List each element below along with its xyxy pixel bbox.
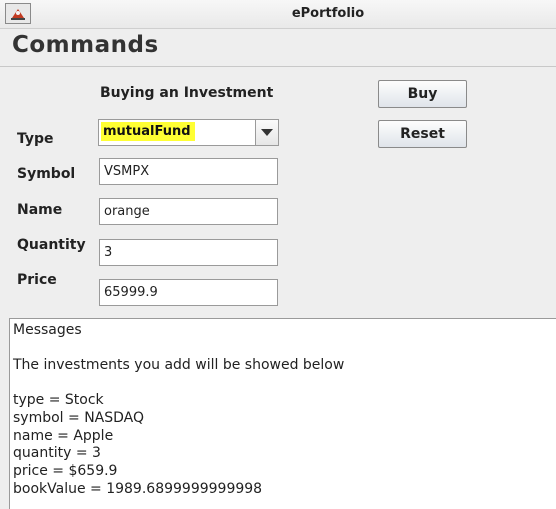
messages-area[interactable]: Messages The investments you add will be… <box>9 318 556 509</box>
name-label: Name <box>17 202 63 218</box>
symbol-label: Symbol <box>17 166 76 182</box>
quantity-label: Quantity <box>17 237 86 253</box>
type-label: Type <box>17 131 54 147</box>
price-input[interactable] <box>99 279 278 306</box>
chevron-down-icon <box>261 129 273 136</box>
message-line: type = Stock <box>13 392 104 408</box>
quantity-input[interactable] <box>99 239 278 266</box>
messages-intro: The investments you add will be showed b… <box>13 357 345 373</box>
type-select[interactable]: mutualFund <box>98 119 279 146</box>
type-dropdown-button[interactable] <box>255 120 278 145</box>
buy-button[interactable]: Buy <box>378 80 467 108</box>
name-input[interactable] <box>99 198 278 225</box>
message-line: quantity = 3 <box>13 445 101 461</box>
reset-button[interactable]: Reset <box>378 120 467 148</box>
message-line: price = $659.9 <box>13 463 118 479</box>
type-select-value: mutualFund <box>101 122 195 141</box>
divider <box>0 66 556 67</box>
symbol-input[interactable] <box>99 158 278 185</box>
message-line: name = Apple <box>13 428 114 444</box>
price-label: Price <box>17 272 57 288</box>
title-bar: ePortfolio <box>0 0 556 29</box>
messages-title: Messages <box>13 322 82 338</box>
message-line: symbol = NASDAQ <box>13 410 145 426</box>
page-title: Commands <box>12 32 159 58</box>
window-title: ePortfolio <box>291 6 365 21</box>
message-line: bookValue = 1989.6899999999998 <box>13 481 263 497</box>
form-heading: Buying an Investment <box>100 85 274 101</box>
